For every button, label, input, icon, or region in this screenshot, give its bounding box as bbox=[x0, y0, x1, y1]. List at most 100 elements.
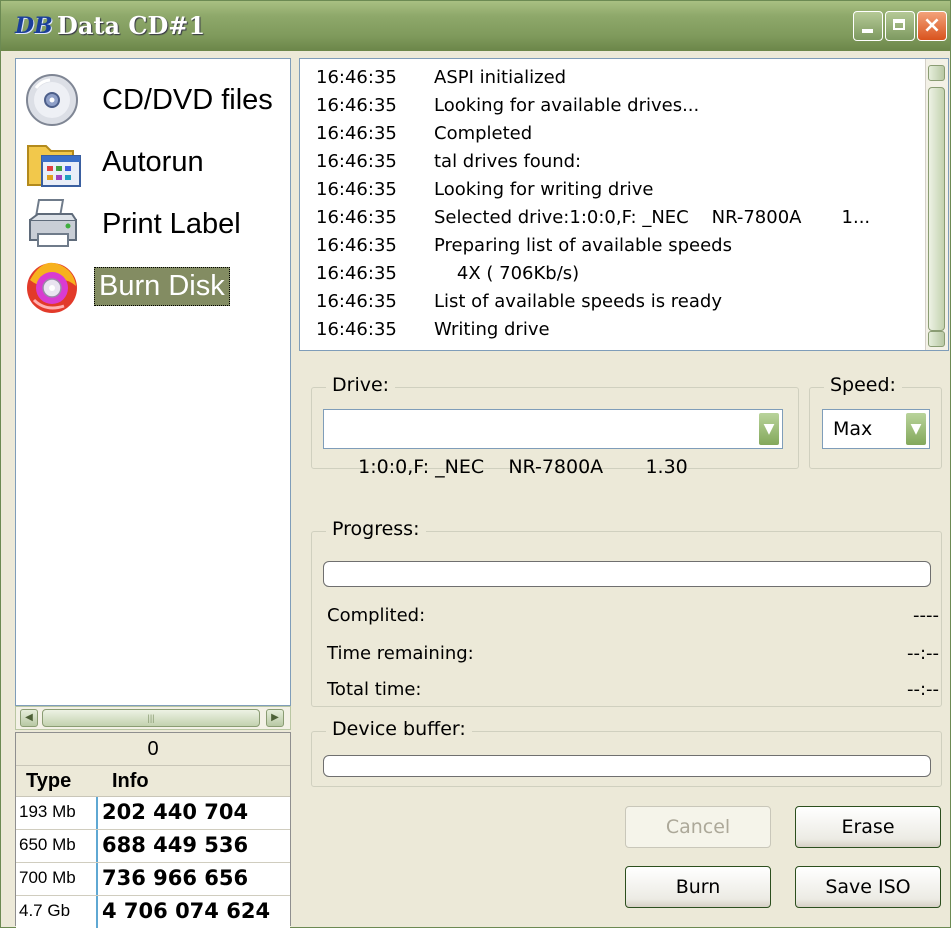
cd-dvd-icon bbox=[24, 70, 84, 130]
selected-size-count: 0 bbox=[16, 733, 290, 766]
log-message: tal drives found: bbox=[434, 151, 582, 172]
app-window: DB Data CD#1 × CD/DVD files Autorun Prin… bbox=[0, 0, 951, 928]
log-message: Completed bbox=[434, 123, 533, 144]
log-vertical-scrollbar[interactable] bbox=[925, 59, 948, 350]
minimize-button[interactable] bbox=[853, 11, 883, 41]
stat-label: Time remaining: bbox=[327, 643, 474, 664]
scroll-thumb[interactable] bbox=[928, 87, 945, 331]
log-entry: 16:46:35 Selected drive:1:0:0,F: _NEC NR-… bbox=[316, 207, 870, 235]
nav-item-print-label[interactable]: Print Label bbox=[24, 193, 245, 255]
log-time: 16:46:35 bbox=[316, 291, 397, 312]
autorun-folder-icon bbox=[24, 132, 84, 192]
log-message: Selected drive:1:0:0,F: _NEC NR-7800A 1.… bbox=[434, 207, 871, 228]
table-row[interactable]: 650 Mb 688 449 536 bbox=[16, 830, 290, 863]
stat-completed: Complited: ---- bbox=[327, 605, 939, 633]
device-buffer-bar bbox=[323, 755, 931, 777]
log-entry: 16:46:35 Looking for available drives... bbox=[316, 95, 699, 123]
table-row[interactable]: 193 Mb 202 440 704 bbox=[16, 797, 290, 830]
progress-label: Progress: bbox=[326, 518, 426, 540]
printer-icon bbox=[24, 194, 84, 254]
title-bar[interactable]: DB Data CD#1 × bbox=[1, 1, 950, 51]
row-info: 202 440 704 bbox=[98, 797, 290, 829]
log-entry: 16:46:35 Writing drive bbox=[316, 319, 550, 347]
row-type: 4.7 Gb bbox=[16, 896, 98, 928]
chevron-down-icon[interactable]: ▼ bbox=[905, 412, 927, 446]
row-info: 4 706 074 624 bbox=[98, 896, 290, 928]
log-message: Looking for available drives... bbox=[434, 95, 700, 116]
row-type: 700 Mb bbox=[16, 863, 98, 895]
chevron-down-icon[interactable]: ▼ bbox=[758, 412, 780, 446]
row-info: 688 449 536 bbox=[98, 830, 290, 862]
log-time: 16:46:35 bbox=[316, 207, 397, 228]
device-buffer-label: Device buffer: bbox=[326, 718, 472, 740]
nav-item-cd-dvd-files[interactable]: CD/DVD files bbox=[24, 69, 277, 131]
row-type: 193 Mb bbox=[16, 797, 98, 829]
window-title: Data CD#1 bbox=[57, 11, 206, 40]
erase-button[interactable]: Erase bbox=[795, 806, 941, 848]
close-button[interactable]: × bbox=[917, 11, 947, 41]
disc-size-table: 0 Type Info 193 Mb 202 440 704 650 Mb 68… bbox=[15, 732, 291, 928]
nav-label: Burn Disk bbox=[94, 266, 230, 306]
log-entry: 16:46:35 Preparing list of available spee… bbox=[316, 235, 732, 263]
table-row[interactable]: 4.7 Gb 4 706 074 624 bbox=[16, 896, 290, 928]
nav-label: Autorun bbox=[102, 145, 204, 178]
log-entry: 16:46:35 Looking for writing drive bbox=[316, 179, 653, 207]
log-message: List of available speeds is ready bbox=[434, 291, 722, 312]
log-message: 4X ( 706Kb/s) bbox=[434, 263, 580, 284]
nav-label: CD/DVD files bbox=[102, 83, 273, 116]
log-entry: 16:46:35 Completed bbox=[316, 123, 532, 151]
nav-item-burn-disk[interactable]: Burn Disk bbox=[24, 255, 230, 317]
stat-value: ---- bbox=[913, 605, 939, 626]
log-time: 16:46:35 bbox=[316, 67, 397, 88]
log-message: Looking for writing drive bbox=[434, 179, 654, 200]
nav-panel: CD/DVD files Autorun Print Label Burn Di… bbox=[15, 58, 291, 706]
cancel-button[interactable]: Cancel bbox=[625, 806, 771, 848]
row-info: 736 966 656 bbox=[98, 863, 290, 895]
app-logo-icon: DB bbox=[15, 13, 53, 39]
save-iso-button[interactable]: Save ISO bbox=[795, 866, 941, 908]
speed-select[interactable]: Max ▼ bbox=[822, 409, 930, 449]
scroll-right-arrow[interactable]: ▶ bbox=[266, 709, 284, 727]
log-time: 16:46:35 bbox=[316, 263, 397, 284]
drive-select[interactable]: 1:0:0,F: _NEC NR-7800A 1.30 ▼ bbox=[323, 409, 783, 478]
log-entry: 16:46:35 tal drives found: bbox=[316, 151, 581, 179]
scroll-up-arrow[interactable] bbox=[928, 65, 945, 81]
column-header-type: Type bbox=[26, 770, 72, 792]
table-header: Type Info bbox=[16, 766, 290, 797]
nav-label: Print Label bbox=[102, 207, 241, 240]
speed-label: Speed: bbox=[824, 374, 902, 396]
log-entry: 16:46:35 ASPI initialized bbox=[316, 67, 566, 95]
stat-value: --:-- bbox=[906, 679, 939, 700]
log-time: 16:46:35 bbox=[316, 235, 397, 256]
scroll-left-arrow[interactable]: ◀ bbox=[20, 709, 38, 727]
log-time: 16:46:35 bbox=[316, 151, 397, 172]
log-time: 16:46:35 bbox=[316, 179, 397, 200]
stat-value: --:-- bbox=[906, 643, 939, 664]
log-message: Writing drive bbox=[434, 319, 550, 340]
maximize-button[interactable] bbox=[885, 11, 915, 41]
burn-disc-icon bbox=[24, 256, 84, 316]
row-type: 650 Mb bbox=[16, 830, 98, 862]
log-message: Preparing list of available speeds bbox=[434, 235, 732, 256]
nav-item-autorun[interactable]: Autorun bbox=[24, 131, 208, 193]
stat-label: Total time: bbox=[327, 679, 422, 700]
speed-value: Max bbox=[833, 418, 873, 440]
log-message: ASPI initialized bbox=[434, 67, 567, 88]
burn-button[interactable]: Burn bbox=[625, 866, 771, 908]
scroll-thumb[interactable]: ||| bbox=[42, 709, 260, 727]
log-entry: 16:46:35 List of available speeds is read… bbox=[316, 291, 722, 319]
log-time: 16:46:35 bbox=[316, 123, 397, 144]
stat-total-time: Total time: --:-- bbox=[327, 679, 939, 707]
close-icon: × bbox=[922, 13, 942, 38]
scroll-down-arrow[interactable] bbox=[928, 331, 945, 347]
stat-time-remaining: Time remaining: --:-- bbox=[327, 643, 939, 671]
nav-horizontal-scrollbar[interactable]: ◀ ||| ▶ bbox=[15, 706, 291, 730]
table-row[interactable]: 700 Mb 736 966 656 bbox=[16, 863, 290, 896]
stat-label: Complited: bbox=[327, 605, 426, 626]
column-header-info: Info bbox=[112, 770, 149, 792]
log-list[interactable]: 16:46:35 ASPI initialized 16:46:35 Looking… bbox=[299, 58, 949, 351]
drive-label: Drive: bbox=[326, 374, 396, 396]
log-time: 16:46:35 bbox=[316, 95, 397, 116]
progress-bar bbox=[323, 561, 931, 587]
drive-value: 1:0:0,F: _NEC NR-7800A 1.30 bbox=[358, 456, 688, 478]
